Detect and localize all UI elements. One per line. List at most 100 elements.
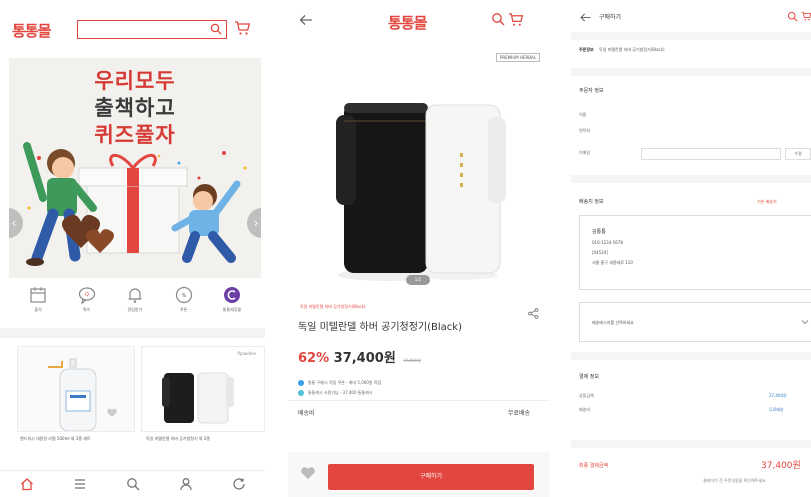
shipping-label: 배송비 bbox=[298, 410, 315, 417]
product-name[interactable]: 핸드워시 대용량 리필 500ml 외 3종 세트 bbox=[20, 436, 135, 442]
divider bbox=[288, 400, 550, 401]
home-header: 통통몰 bbox=[0, 0, 265, 60]
product-detail-screen: 통통몰 PREMIUM HERBAL 1/2 독일 미텔란델 하버 공기청정기(… bbox=[288, 0, 550, 497]
heart-icon[interactable] bbox=[106, 407, 118, 419]
product-price: 62% 37,400원 99,000원 bbox=[298, 347, 421, 366]
address-card[interactable]: 김통통 010-1234-5678 [04524] 서울 중구 세종대로 110 bbox=[579, 215, 811, 290]
nav-history[interactable] bbox=[229, 474, 249, 494]
quick-menu-label: 쿠폰 bbox=[179, 307, 188, 312]
search-input[interactable] bbox=[78, 25, 206, 42]
payment-section-title: 결제 정보 bbox=[579, 374, 599, 380]
product-card[interactable]: Ppaadine bbox=[141, 346, 265, 432]
banner-line-2: 출책하고 bbox=[94, 96, 176, 120]
section-divider bbox=[571, 440, 811, 448]
banner-line-1: 우리모두 bbox=[94, 69, 176, 93]
product-image-air-purifier bbox=[336, 103, 506, 281]
back-arrow-icon[interactable] bbox=[298, 12, 314, 28]
quick-menu-quiz[interactable]: Q 퀴즈 bbox=[69, 286, 105, 313]
product-image-gallery[interactable]: PREMIUM HERBAL 1/2 bbox=[288, 43, 550, 295]
bell-icon bbox=[128, 288, 142, 303]
quick-menu-label: 통통제휴몰 bbox=[222, 307, 242, 312]
cart-icon[interactable] bbox=[234, 20, 251, 37]
benefit-row: 통통캐시 사용가능 · 37,400 통통캐시 bbox=[298, 390, 373, 396]
product-image-handwash bbox=[18, 347, 134, 431]
chevron-down-icon bbox=[801, 320, 809, 325]
street-address: 서울 중구 세종대로 110 bbox=[592, 260, 633, 265]
promo-banner[interactable]: 우리모두 출책하고 퀴즈풀자 ‹ › bbox=[9, 58, 261, 278]
shipping-section-title: 배송지 정보 bbox=[579, 199, 604, 205]
shipping-value: 무료배송 bbox=[507, 410, 530, 417]
default-address-link[interactable]: 기본 배송지 bbox=[757, 199, 777, 205]
order-info-value: 독일 미텔란델 하버 공기청정기(Black) bbox=[599, 47, 665, 52]
cart-icon[interactable] bbox=[508, 12, 524, 28]
svg-text:%: % bbox=[181, 293, 186, 299]
orderer-row-label: 연락처 bbox=[579, 128, 591, 133]
email-field[interactable] bbox=[641, 148, 781, 160]
order-info: 주문정보 독일 미텔란델 하버 공기청정기(Black) bbox=[579, 47, 665, 53]
chevron-left-icon: ‹ bbox=[11, 216, 17, 230]
edit-button[interactable]: 수정 bbox=[785, 148, 811, 160]
original-price: 99,000원 bbox=[403, 358, 422, 363]
banner-line-3: 퀴즈풀자 bbox=[94, 123, 176, 147]
benefit-row: 통통 구매시 적립 쿠폰 · 최대 5,000원 적립 bbox=[298, 380, 381, 386]
nav-menu[interactable] bbox=[70, 474, 90, 494]
cart-icon[interactable] bbox=[801, 11, 811, 22]
heart-icon[interactable] bbox=[300, 466, 316, 480]
nav-home[interactable] bbox=[17, 474, 37, 494]
svg-text:Q: Q bbox=[85, 292, 89, 298]
delivery-message-select[interactable]: 배송메시지를 선택하세요 bbox=[579, 302, 811, 342]
section-divider bbox=[571, 352, 811, 360]
search-icon[interactable] bbox=[210, 23, 222, 35]
home-icon bbox=[20, 478, 33, 491]
nav-mypage[interactable] bbox=[176, 474, 196, 494]
history-icon bbox=[232, 478, 245, 490]
discount-rate: 62% bbox=[298, 351, 330, 366]
brand-tag: Ppaadine bbox=[237, 351, 257, 356]
search-box[interactable] bbox=[77, 20, 227, 42]
back-arrow-icon[interactable] bbox=[579, 11, 592, 24]
search-icon[interactable] bbox=[491, 12, 505, 26]
gift-chat-icon: Q bbox=[78, 287, 95, 304]
quick-menu-coupon[interactable]: % 쿠폰 bbox=[166, 286, 202, 313]
payment-row-value: 37,400원 bbox=[769, 393, 787, 398]
payment-row-value: 무료배송 bbox=[769, 407, 784, 412]
buy-button[interactable]: 구매하기 bbox=[328, 464, 534, 490]
benefit-dot-icon bbox=[298, 380, 304, 386]
benefit-dot-icon bbox=[298, 390, 304, 396]
section-divider bbox=[571, 68, 811, 76]
product-category[interactable]: 독일 미텔란델 하버 공기청정기(Black) bbox=[300, 304, 366, 310]
total-amount: 37,400원 bbox=[761, 461, 801, 471]
search-icon[interactable] bbox=[787, 11, 798, 22]
payment-row-label: 상품금액 bbox=[579, 393, 594, 398]
partner-icon bbox=[224, 287, 240, 303]
brand-label: PREMIUM HERBAL bbox=[495, 53, 540, 62]
quick-menu-label: 퀴즈 bbox=[82, 307, 91, 312]
sale-price: 37,400원 bbox=[333, 351, 396, 366]
section-divider bbox=[571, 175, 811, 183]
payment-row-label: 배송비 bbox=[579, 407, 591, 412]
nav-search[interactable] bbox=[123, 474, 143, 494]
section-divider bbox=[0, 328, 265, 338]
search-icon bbox=[126, 478, 139, 491]
recipient-name: 김통통 bbox=[592, 229, 606, 235]
menu-icon bbox=[74, 479, 85, 489]
product-card[interactable] bbox=[17, 346, 135, 432]
product-image-air-purifier bbox=[142, 347, 264, 431]
quick-menu-alarm[interactable]: 알림받기 bbox=[117, 286, 153, 313]
quick-menu-partner-mall[interactable]: 통통제휴몰 bbox=[214, 286, 250, 313]
coupon-icon: % bbox=[175, 286, 192, 304]
quick-menu-label: 알림받기 bbox=[127, 307, 143, 312]
chevron-right-icon: › bbox=[253, 216, 259, 230]
quick-menu-attendance[interactable]: 출석 bbox=[20, 286, 56, 313]
share-icon[interactable] bbox=[528, 308, 539, 319]
section-divider bbox=[571, 32, 811, 40]
quick-menu-label: 출석 bbox=[34, 307, 42, 312]
logo[interactable]: 통통몰 bbox=[12, 20, 51, 41]
logo[interactable]: 통통몰 bbox=[388, 12, 427, 33]
image-page-indicator: 1/2 bbox=[406, 275, 430, 285]
quick-menu: 출석 Q 퀴즈 알림받기 % 쿠폰 통통제휴몰 bbox=[20, 286, 250, 313]
recipient-phone: 010-1234-5678 bbox=[592, 240, 623, 245]
order-info-label: 주문정보 bbox=[579, 47, 594, 52]
product-name[interactable]: 독일 미텔란델 하버 공기청정기 외 2종 bbox=[146, 436, 261, 442]
bottom-nav bbox=[0, 470, 265, 497]
